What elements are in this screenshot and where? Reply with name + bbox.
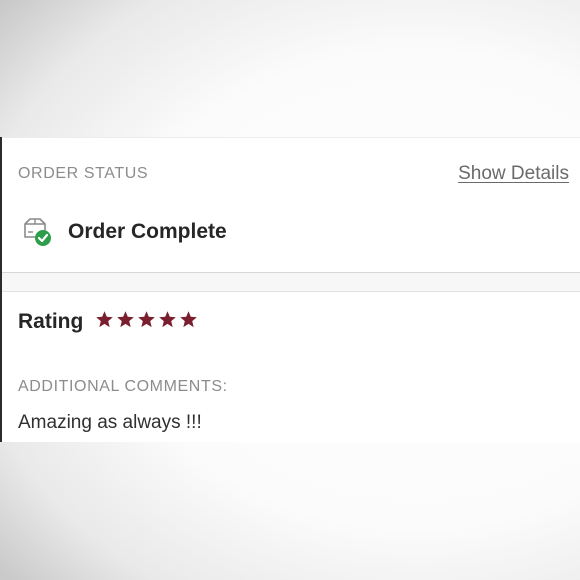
star-icon — [117, 311, 134, 328]
star-icon — [180, 311, 197, 328]
rating-stars — [95, 310, 198, 334]
order-card: ORDER STATUS Show Details Order Complete… — [0, 137, 580, 442]
section-divider-lower — [2, 291, 580, 292]
additional-comments-label: ADDITIONAL COMMENTS: — [18, 378, 228, 395]
star-icon — [138, 311, 155, 328]
star-icon — [159, 311, 176, 328]
card-top-divider — [2, 137, 580, 138]
comment-text: Amazing as always !!! — [18, 412, 202, 433]
order-status-value: Order Complete — [68, 220, 227, 243]
show-details-link[interactable]: Show Details — [458, 163, 569, 185]
star-icon — [96, 311, 113, 328]
section-gap — [2, 273, 580, 291]
rating-label: Rating — [18, 310, 84, 333]
order-status-label: ORDER STATUS — [18, 165, 149, 182]
box-check-icon — [21, 217, 53, 247]
